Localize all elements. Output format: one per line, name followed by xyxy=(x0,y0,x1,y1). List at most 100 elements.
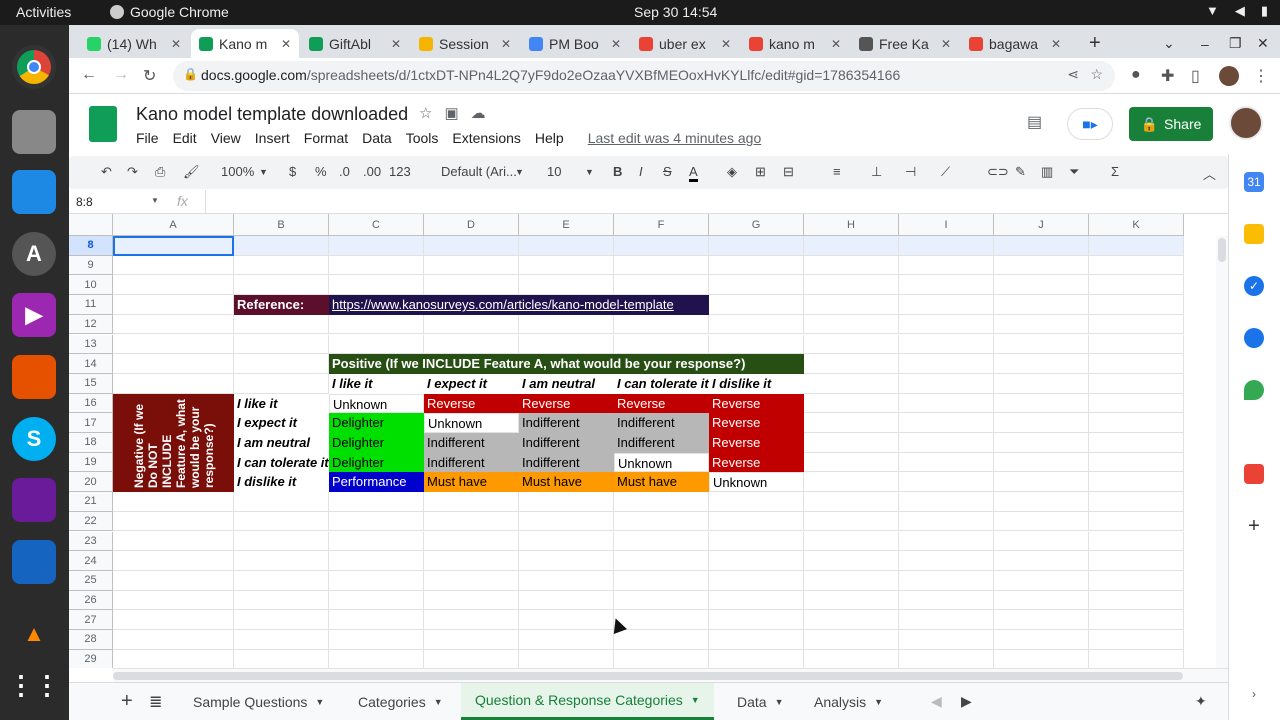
grid-cell[interactable] xyxy=(899,649,994,668)
grid-cell[interactable] xyxy=(1089,433,1184,453)
category-cell[interactable]: Delighter xyxy=(329,452,424,473)
grid-cell[interactable] xyxy=(709,649,804,668)
grid-cell[interactable] xyxy=(994,433,1089,453)
row-header[interactable]: 25 xyxy=(69,570,113,591)
category-cell[interactable]: Unknown xyxy=(329,393,424,414)
grid-cell[interactable] xyxy=(994,610,1089,630)
browser-tab[interactable]: Session ✕ xyxy=(411,29,519,58)
category-cell[interactable]: Indifferent xyxy=(424,452,519,473)
grid-cell[interactable] xyxy=(329,531,424,552)
insert-comment-icon[interactable]: ✎ xyxy=(1015,164,1026,180)
grid-cell[interactable] xyxy=(804,531,899,552)
grid-cell[interactable] xyxy=(899,255,994,276)
move-folder-icon[interactable]: ▣ xyxy=(444,104,458,122)
grid-cell[interactable] xyxy=(709,511,804,532)
app-grid-icon[interactable]: ⋮⋮ xyxy=(8,663,60,707)
grid-cell[interactable] xyxy=(899,433,994,453)
grid-cell[interactable] xyxy=(424,590,519,611)
grid-cell[interactable] xyxy=(234,275,329,296)
category-cell[interactable]: Indifferent xyxy=(519,433,614,453)
skype-dock-icon[interactable]: S xyxy=(12,417,56,461)
image-viewer-dock-icon[interactable] xyxy=(12,170,56,214)
grid-cell[interactable] xyxy=(113,590,234,611)
pinterest-icon[interactable]: ● xyxy=(1131,66,1141,84)
grid-cell[interactable] xyxy=(994,452,1089,473)
grid-cell[interactable] xyxy=(804,255,899,276)
grid-cell[interactable] xyxy=(113,354,234,374)
italic-button[interactable]: I xyxy=(639,164,643,179)
grid-cell[interactable] xyxy=(424,275,519,296)
grid-cell[interactable] xyxy=(329,551,424,571)
grid-cell[interactable] xyxy=(113,570,234,591)
grid-cell[interactable] xyxy=(804,649,899,668)
grid-cell[interactable] xyxy=(234,236,329,256)
grid-cell[interactable] xyxy=(614,511,709,532)
align-left-icon[interactable]: ≡ xyxy=(833,164,841,179)
grid-cell[interactable] xyxy=(804,492,899,512)
menu-help[interactable]: Help xyxy=(535,130,564,146)
close-icon[interactable]: ✕ xyxy=(501,37,511,51)
sidepanel-icon[interactable]: ▯ xyxy=(1191,66,1200,86)
scroll-right-icon[interactable]: ▶ xyxy=(947,683,986,720)
grid-cell[interactable] xyxy=(329,275,424,296)
row-header[interactable]: 22 xyxy=(69,511,113,532)
print-icon[interactable]: ⎙ xyxy=(155,164,165,180)
menu-file[interactable]: File xyxy=(136,130,159,146)
chrome-dock-icon[interactable] xyxy=(12,45,56,89)
grid-cell[interactable] xyxy=(234,570,329,591)
font-size-select[interactable]: 10 xyxy=(547,164,561,179)
grid-cell[interactable] xyxy=(519,314,614,335)
avatar[interactable] xyxy=(1229,106,1263,140)
grid-cell[interactable] xyxy=(899,551,994,571)
vlc-dock-icon[interactable]: ▲ xyxy=(12,612,56,656)
browser-tab[interactable]: PM Boo ✕ xyxy=(521,29,629,58)
browser-tab[interactable]: bagawa ✕ xyxy=(961,29,1069,58)
grid-cell[interactable] xyxy=(994,413,1089,433)
grid-cell[interactable] xyxy=(1089,236,1184,256)
scrollbar-thumb[interactable] xyxy=(113,672,1183,680)
category-cell[interactable]: Unknown xyxy=(709,472,804,493)
row-header[interactable]: 10 xyxy=(69,275,113,296)
grid-cell[interactable] xyxy=(113,531,234,552)
grid-cell[interactable] xyxy=(234,334,329,355)
column-header[interactable]: J xyxy=(994,214,1089,236)
browser-tab[interactable]: Free Ka ✕ xyxy=(851,29,959,58)
grid-cell[interactable] xyxy=(804,413,899,433)
grid-cell[interactable] xyxy=(614,236,709,256)
grid-cell[interactable] xyxy=(424,511,519,532)
grid-cell[interactable] xyxy=(424,255,519,276)
grid-cell[interactable] xyxy=(519,255,614,276)
grid-cell[interactable] xyxy=(709,492,804,512)
calendar-icon[interactable]: 31 xyxy=(1244,172,1264,192)
grid-cell[interactable] xyxy=(329,492,424,512)
browser-tab[interactable]: (14) Wh ✕ xyxy=(79,29,189,58)
grid-cell[interactable] xyxy=(899,354,994,374)
media-dock-icon[interactable]: ▶ xyxy=(12,293,56,337)
close-icon[interactable]: ✕ xyxy=(281,37,291,51)
sheets-logo[interactable] xyxy=(89,106,117,142)
grid-cell[interactable] xyxy=(614,649,709,668)
grid-cell[interactable] xyxy=(709,255,804,276)
row-header[interactable]: 29 xyxy=(69,649,113,668)
grid-cell[interactable] xyxy=(614,531,709,552)
grid-cell[interactable] xyxy=(994,590,1089,611)
grid-cell[interactable] xyxy=(1089,630,1184,650)
grid-cell[interactable] xyxy=(113,511,234,532)
grid-cell[interactable] xyxy=(519,275,614,296)
grid-cell[interactable] xyxy=(519,590,614,611)
paint-format-icon[interactable]: 🖌 xyxy=(183,164,200,180)
category-cell[interactable]: Performance xyxy=(329,472,424,493)
column-header[interactable]: B xyxy=(234,214,329,236)
grid-cell[interactable] xyxy=(1089,452,1184,473)
row-header[interactable]: 12 xyxy=(69,314,113,335)
column-header[interactable]: K xyxy=(1089,214,1184,236)
grid-cell[interactable] xyxy=(614,610,709,630)
increase-decimal-button[interactable]: .00 xyxy=(363,164,381,179)
last-edit-link[interactable]: Last edit was 4 minutes ago xyxy=(588,130,762,146)
category-cell[interactable]: Indifferent xyxy=(614,413,709,433)
grid-cell[interactable] xyxy=(804,472,899,493)
reference-link[interactable]: https://www.kanosurveys.com/articles/kan… xyxy=(329,295,709,315)
grid-cell[interactable] xyxy=(519,236,614,256)
grid-cell[interactable] xyxy=(994,255,1089,276)
column-header[interactable]: F xyxy=(614,214,709,236)
